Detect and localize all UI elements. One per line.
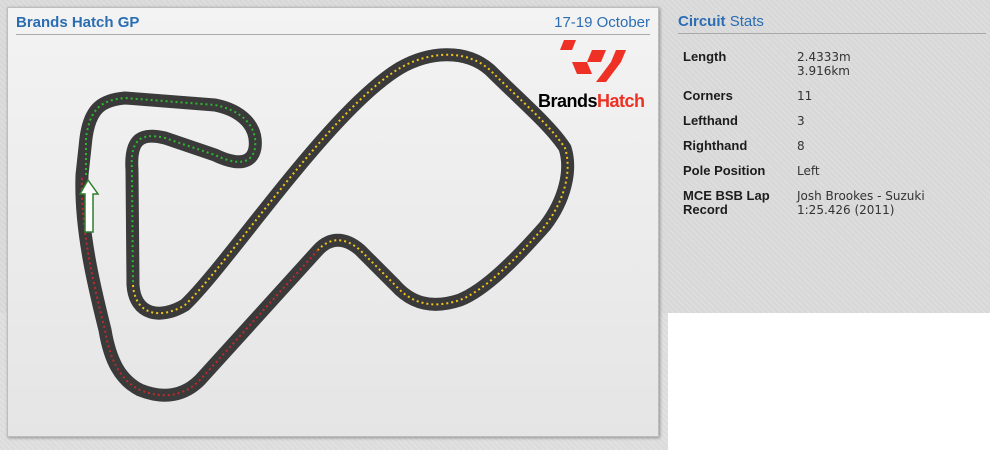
stat-value: 11 (797, 89, 813, 103)
circuit-stats-header: Circuit Stats (678, 9, 986, 34)
stat-value: 2.4333m 3.916km (797, 50, 983, 78)
stat-value-line: 3.916km (797, 64, 850, 78)
circuit-stats-title: Circuit Stats (678, 13, 764, 30)
stats-row-corners: Corners 11 (683, 88, 983, 104)
stat-value-line: Josh Brookes - Suzuki (797, 189, 925, 203)
stat-label: Length (683, 49, 727, 64)
stat-label: Pole Position (683, 163, 766, 178)
logo-wordmark-brands: Brands (538, 91, 598, 111)
stats-row-lap-record: MCE BSB Lap Record Josh Brookes - Suzuki 1… (683, 189, 983, 218)
stat-label: Lefthand (683, 113, 738, 128)
logo-wordmark: BrandsHatch (538, 91, 645, 112)
track-outline (75, 48, 575, 402)
circuit-stats-table: Length 2.4333m 3.916km Corners 11 Lefthan… (683, 49, 983, 218)
stats-row-lefthand: Lefthand 3 (683, 113, 983, 129)
stat-value: 3 (797, 114, 805, 128)
stat-value-line: 2.4333m (797, 50, 851, 64)
stat-label-line: Record (683, 202, 728, 217)
stat-value: 8 (797, 139, 805, 153)
stat-label: Righthand (683, 138, 748, 153)
stats-row-righthand: Righthand 8 (683, 138, 983, 154)
stat-label: Corners (683, 88, 733, 103)
circuit-stats-title-bold: Circuit (678, 13, 726, 30)
circuit-stats-title-rest: Stats (729, 13, 764, 30)
stat-value-line: 1:25.426 (2011) (797, 203, 895, 217)
stat-value: Josh Brookes - Suzuki 1:25.426 (2011) (797, 189, 983, 217)
checkered-flag-logo-icon (560, 40, 626, 82)
stats-row-length: Length 2.4333m 3.916km (683, 49, 983, 79)
track-asphalt (75, 48, 575, 402)
stat-value: Left (797, 164, 820, 178)
stat-label-line: MCE BSB Lap (683, 188, 770, 203)
brands-hatch-logo: BrandsHatch (536, 36, 646, 118)
stats-row-pole-position: Pole Position Left (683, 163, 983, 179)
logo-wordmark-hatch: Hatch (597, 91, 645, 111)
stat-label: MCE BSB Lap Record (683, 189, 797, 217)
